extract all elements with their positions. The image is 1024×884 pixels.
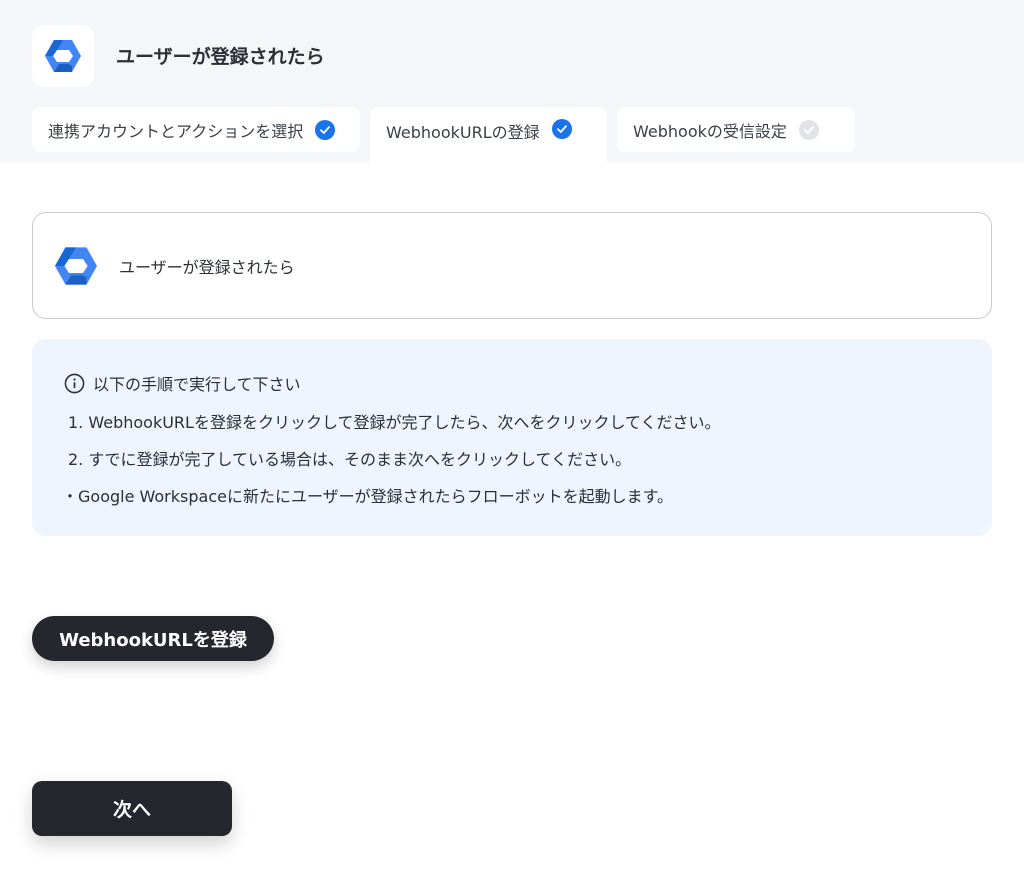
check-circle-icon [315, 119, 336, 140]
google-workspace-hexagon-icon [45, 40, 81, 72]
check-circle-icon [551, 119, 572, 139]
next-button[interactable]: 次へ [32, 781, 232, 836]
info-icon [64, 373, 85, 393]
instructions-heading-text: 以下の手順で実行して下さい [93, 375, 301, 394]
register-webhook-url-button[interactable]: WebhookURLを登録 [32, 616, 274, 661]
page-title: ユーザーが登録されたら [116, 46, 325, 68]
instructions-box: 以下の手順で実行して下さい 1. WebhookURLを登録をクリックして登録が… [32, 339, 992, 536]
tab-webhook-receive-settings[interactable]: Webhookの受信設定 [617, 107, 855, 152]
check-circle-icon [798, 119, 819, 140]
google-workspace-hexagon-icon [55, 246, 97, 285]
tab-label: Webhookの受信設定 [633, 121, 787, 141]
app-logo [32, 25, 94, 87]
instructions-heading: 以下の手順で実行して下さい [64, 372, 992, 394]
instruction-step: 1. WebhookURLを登録をクリックして登録が完了したら、次へをクリックし… [68, 413, 721, 432]
tab-label: WebhookURLの登録 [386, 123, 540, 142]
tab-label: 連携アカウントとアクションを選択 [48, 121, 304, 141]
tab-select-account-action[interactable]: 連携アカウントとアクションを選択 [32, 107, 360, 152]
instruction-note: ・Google Workspaceに新たにユーザーが登録されたらフローボットを起… [62, 487, 674, 506]
tab-webhook-url-register[interactable]: WebhookURLの登録 [370, 107, 607, 162]
trigger-label: ユーザーが登録されたら [119, 257, 295, 277]
instruction-step: 2. すでに登録が完了している場合は、そのまま次へをクリックしてください。 [68, 450, 632, 469]
trigger-card: ユーザーが登録されたら [32, 212, 992, 319]
